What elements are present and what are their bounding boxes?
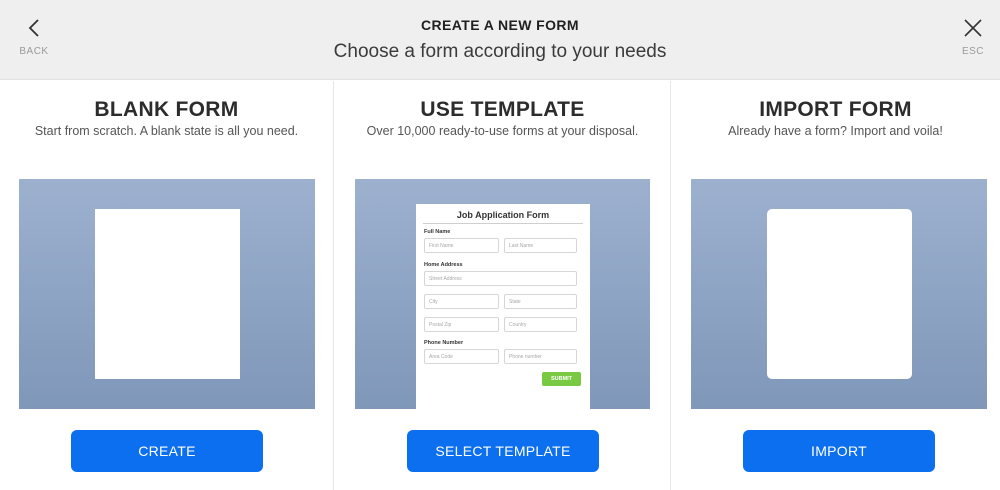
template-field-last-name: Last Name bbox=[504, 238, 577, 253]
template-divider bbox=[423, 223, 583, 224]
blank-form-preview[interactable] bbox=[19, 179, 315, 409]
template-label-full-name: Full Name bbox=[424, 229, 451, 235]
back-label: BACK bbox=[19, 46, 49, 57]
import-page-illustration bbox=[767, 209, 912, 379]
modal-title: CREATE A NEW FORM bbox=[421, 17, 579, 33]
template-field-phone: Phone number bbox=[504, 349, 577, 364]
template-submit-illustration: SUBMIT bbox=[542, 372, 581, 386]
blank-page-illustration bbox=[95, 209, 240, 379]
blank-form-title: BLANK FORM bbox=[94, 98, 239, 121]
import-form-description: Already have a form? Import and voila! bbox=[728, 124, 943, 138]
template-form-illustration: Job Application Form Full Name First Nam… bbox=[416, 204, 590, 409]
use-template-description: Over 10,000 ready-to-use forms at your d… bbox=[366, 124, 639, 138]
template-field-city: City bbox=[424, 294, 499, 309]
modal-subtitle: Choose a form according to your needs bbox=[333, 41, 667, 62]
import-button[interactable]: IMPORT bbox=[743, 430, 935, 472]
import-form-option: IMPORT FORM Already have a form? Import … bbox=[671, 81, 1000, 490]
import-form-preview[interactable] bbox=[691, 179, 987, 409]
use-template-title: USE TEMPLATE bbox=[420, 98, 585, 121]
chevron-left-icon bbox=[28, 19, 39, 37]
blank-form-description: Start from scratch. A blank state is all… bbox=[34, 124, 299, 138]
modal-header: BACK CREATE A NEW FORM Choose a form acc… bbox=[0, 0, 1000, 80]
template-label-home-address: Home Address bbox=[424, 262, 463, 268]
template-field-street: Street Address bbox=[424, 271, 577, 286]
template-field-zip: Postal Zip bbox=[424, 317, 499, 332]
blank-form-option: BLANK FORM Start from scratch. A blank s… bbox=[0, 81, 334, 490]
template-field-area-code: Area Code bbox=[424, 349, 499, 364]
template-preview[interactable]: Job Application Form Full Name First Nam… bbox=[355, 179, 650, 409]
template-field-country: Country bbox=[504, 317, 577, 332]
template-field-state: State bbox=[504, 294, 577, 309]
template-label-phone: Phone Number bbox=[424, 340, 464, 346]
close-icon bbox=[964, 19, 982, 37]
back-button[interactable]: BACK bbox=[14, 14, 54, 62]
select-template-button[interactable]: SELECT TEMPLATE bbox=[407, 430, 599, 472]
create-button[interactable]: CREATE bbox=[71, 430, 263, 472]
use-template-option: USE TEMPLATE Over 10,000 ready-to-use fo… bbox=[335, 81, 671, 490]
template-form-title: Job Application Form bbox=[456, 210, 550, 220]
template-field-first-name: First Name bbox=[424, 238, 499, 253]
close-button[interactable]: ESC bbox=[952, 14, 994, 62]
import-form-title: IMPORT FORM bbox=[759, 98, 912, 121]
esc-label: ESC bbox=[961, 46, 985, 57]
